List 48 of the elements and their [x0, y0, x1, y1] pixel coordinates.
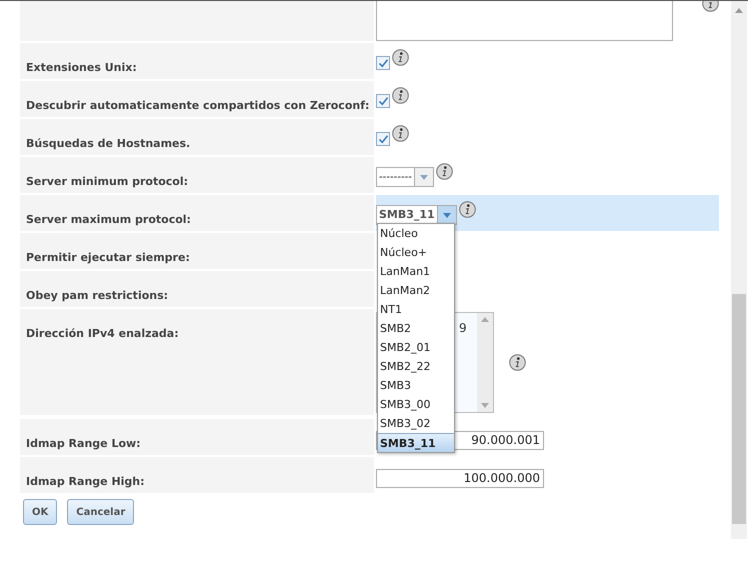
scrollbar[interactable] [477, 313, 493, 412]
info-icon[interactable] [392, 87, 409, 104]
caret-icon [442, 212, 451, 218]
dropdown-option[interactable]: SMB2 [378, 319, 454, 338]
form-button[interactable]: OK [23, 499, 58, 525]
dropdown-option[interactable]: SMB3_00 [378, 395, 454, 414]
form-button[interactable]: Cancelar [67, 499, 134, 525]
select-value: SMB3_11 [378, 207, 436, 223]
select-field[interactable]: SMB3_11 [376, 205, 457, 225]
select-value: --------- [378, 170, 413, 185]
field-label: Permitir ejecutar siempre: [26, 251, 190, 264]
field-label: Obey pam restrictions: [26, 289, 168, 302]
dropdown-option[interactable]: SMB3_11 [378, 433, 454, 452]
field-label: Idmap Range Low: [26, 437, 141, 450]
checkbox[interactable] [376, 94, 390, 108]
info-icon[interactable] [458, 201, 476, 218]
scroll-down-icon[interactable] [481, 403, 489, 408]
checkbox[interactable] [376, 132, 390, 146]
dropdown-option[interactable]: NT1 [378, 300, 454, 319]
dropdown-option[interactable]: LanMan1 [378, 262, 454, 281]
dropdown-option[interactable]: Núcleo [378, 224, 454, 243]
select-field[interactable]: --------- [376, 167, 434, 187]
text-area[interactable] [376, 1, 673, 41]
field-label: Idmap Range High: [26, 475, 145, 488]
scrollbar-thumb[interactable] [732, 294, 746, 524]
field-label: Server maximum protocol: [26, 213, 191, 226]
dropdown-option[interactable]: SMB3_02 [378, 414, 454, 433]
scroll-up-icon[interactable] [481, 317, 489, 322]
scroll-up-icon[interactable] [735, 8, 743, 13]
dropdown-option[interactable]: SMB2_22 [378, 357, 454, 376]
text-field[interactable]: 100.000.000 [376, 468, 544, 488]
field-label: Extensiones Unix: [26, 61, 137, 74]
dropdown-option[interactable]: SMB3 [378, 376, 454, 395]
dropdown-option[interactable]: SMB2_01 [378, 338, 454, 357]
dropdown-option[interactable]: Núcleo+ [378, 243, 454, 262]
scrollbar[interactable] [731, 1, 747, 539]
checkbox[interactable] [376, 56, 390, 70]
field-label: Descubrir automaticamente compartidos con Zeroconf: [26, 99, 370, 112]
list-item[interactable]: 9 [459, 321, 467, 335]
info-icon[interactable] [509, 354, 526, 370]
caret-icon [420, 174, 428, 180]
field-label: Búsquedas de Hostnames. [26, 137, 190, 150]
field-label: Server minimum protocol: [26, 175, 188, 188]
field-label: Dirección IPv4 enalzada: [26, 327, 179, 340]
info-icon[interactable] [436, 163, 453, 180]
info-icon[interactable] [392, 125, 409, 142]
info-icon[interactable] [392, 49, 409, 66]
dropdown-option[interactable]: LanMan2 [378, 281, 454, 300]
